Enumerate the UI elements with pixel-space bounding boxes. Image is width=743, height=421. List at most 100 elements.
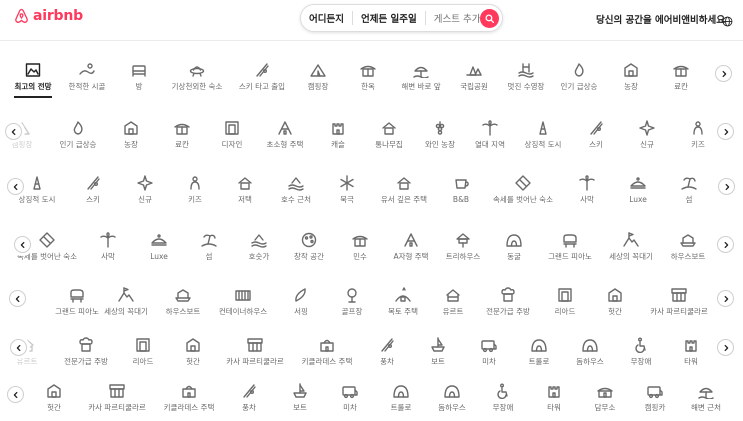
ryokan-icon	[673, 60, 689, 78]
category-item[interactable]: 북극	[315, 173, 379, 204]
category-item[interactable]: 전문가급 주방	[54, 335, 118, 366]
category-label: 캠핑카	[644, 403, 666, 412]
category-label: B&B	[452, 195, 470, 204]
scroll-left-button[interactable]	[14, 236, 31, 253]
category-label: 세상의 꼭대기	[609, 252, 653, 261]
scroll-left-button[interactable]	[5, 123, 22, 140]
globe-button[interactable]	[722, 12, 733, 31]
kids-icon	[690, 118, 706, 136]
category-item[interactable]: 동굴	[482, 230, 546, 261]
category-item[interactable]: 헛간	[22, 381, 86, 412]
kitchen-icon	[500, 285, 516, 303]
category-label: 상징적 도시	[524, 140, 562, 149]
new-icon	[639, 118, 655, 136]
category-label: 인기 급상승	[560, 82, 598, 91]
scroll-right-button[interactable]	[717, 339, 734, 356]
scroll-right-button[interactable]	[715, 65, 732, 82]
windmill-icon	[241, 381, 257, 399]
search-when[interactable]: 언제든 일주일	[353, 11, 425, 25]
category-item[interactable]: 그랜드 피아노	[538, 230, 602, 261]
search-where[interactable]: 어디든지	[301, 11, 352, 25]
category-label: 세상의 꼭대기	[104, 307, 148, 316]
host-link[interactable]: 당신의 공간을 에어비앤비하세요	[596, 12, 725, 26]
category-label: 속세를 벗어난 숙소	[17, 252, 77, 261]
category-item[interactable]: B&B	[429, 173, 493, 204]
off-grid-icon	[39, 230, 55, 248]
category-item[interactable]: 키클라데스 주택	[295, 335, 359, 366]
category-item[interactable]: 카사 파르티쿨라르	[647, 285, 711, 316]
scroll-right-button[interactable]	[717, 290, 734, 307]
chevron-left-icon	[13, 391, 17, 398]
scroll-right-button[interactable]	[718, 178, 735, 195]
category-label: 무장애	[630, 357, 652, 366]
category-item[interactable]: 섬	[657, 173, 721, 204]
barn-icon	[185, 335, 201, 353]
category-item[interactable]: 방	[107, 60, 171, 91]
beachfront-icon	[698, 381, 714, 399]
search-bar[interactable]: 어디든지 언제든 일주일 게스트 추가	[300, 4, 503, 32]
chevron-right-icon	[724, 241, 728, 248]
luxe-icon	[630, 173, 646, 191]
farm-icon	[623, 60, 639, 78]
airbnb-logo[interactable]: airbnb	[14, 8, 83, 24]
category-label: 타워	[547, 403, 561, 412]
category-item[interactable]: 키클라데스 주택	[157, 381, 221, 412]
category-item[interactable]: 전문가급 주방	[476, 285, 540, 316]
chevron-right-icon	[725, 183, 729, 190]
category-label: 하우스보트	[165, 307, 201, 316]
category-label: 카사 파르티쿨라르	[88, 403, 146, 412]
category-label: 북극	[340, 195, 354, 204]
category-label: 헛간	[186, 357, 200, 366]
riad-icon	[135, 335, 151, 353]
category-item[interactable]: 해변 근처	[674, 381, 738, 412]
category-item[interactable]: 유르트	[0, 335, 59, 366]
category-label: 카사 파르티쿨라르	[226, 357, 284, 366]
scroll-right-button[interactable]	[717, 123, 734, 140]
category-item[interactable]: 헛간	[583, 285, 647, 316]
category-label: 키클라데스 주택	[301, 357, 353, 366]
tower-icon	[683, 335, 699, 353]
category-item[interactable]: 유서 깊은 주택	[372, 173, 436, 204]
category-label: 열대 지역	[475, 140, 505, 149]
top-of-world-icon	[118, 285, 134, 303]
category-item[interactable]: 하우스보트	[656, 230, 720, 261]
scroll-left-button[interactable]	[7, 386, 24, 403]
category-label: 미차	[343, 403, 357, 412]
scroll-left-button[interactable]	[7, 178, 24, 195]
category-item[interactable]: 세상의 꼭대기	[94, 285, 158, 316]
casa-icon	[247, 335, 263, 353]
category-item[interactable]: 속세를 벗어난 숙소	[491, 173, 555, 204]
category-item[interactable]: 헛간	[161, 335, 225, 366]
category-label: 유르트	[16, 357, 38, 366]
category-item[interactable]: 컨테이너하우스	[211, 285, 275, 316]
category-label: 트룰로	[528, 357, 550, 366]
chevron-left-icon	[13, 183, 17, 190]
category-label: 상징적 도시	[18, 195, 56, 204]
barn-icon	[46, 381, 62, 399]
category-item[interactable]: 료칸	[649, 60, 713, 91]
category-label: 저택	[238, 195, 252, 204]
category-item[interactable]: 카사 파르티쿨라르	[223, 335, 287, 366]
treehouse-icon	[455, 230, 471, 248]
accessible-icon	[633, 335, 649, 353]
yurt-icon	[445, 285, 461, 303]
ryokan-icon	[174, 118, 190, 136]
boat-icon	[292, 381, 308, 399]
globe-icon	[722, 16, 733, 27]
category-item[interactable]: 세상의 꼭대기	[599, 230, 663, 261]
search-button[interactable]	[480, 9, 499, 28]
category-item[interactable]: 타워	[659, 335, 723, 366]
category-label: 하우스보트	[670, 252, 706, 261]
category-item[interactable]: 카사 파르티쿨라르	[85, 381, 149, 412]
category-item[interactable]: 기상천외한 숙소	[165, 60, 229, 91]
riad-icon	[557, 285, 573, 303]
category-item[interactable]: 스키 타고 출입	[230, 60, 294, 91]
scroll-right-button[interactable]	[717, 236, 734, 253]
scroll-left-button[interactable]	[9, 290, 26, 307]
category-label: 유서 깊은 주택	[380, 195, 428, 204]
tower-icon	[546, 381, 562, 399]
category-item[interactable]: 하우스보트	[151, 285, 215, 316]
scroll-left-button[interactable]	[10, 339, 27, 356]
dome-icon	[444, 381, 460, 399]
category-label: 리아드	[132, 357, 154, 366]
